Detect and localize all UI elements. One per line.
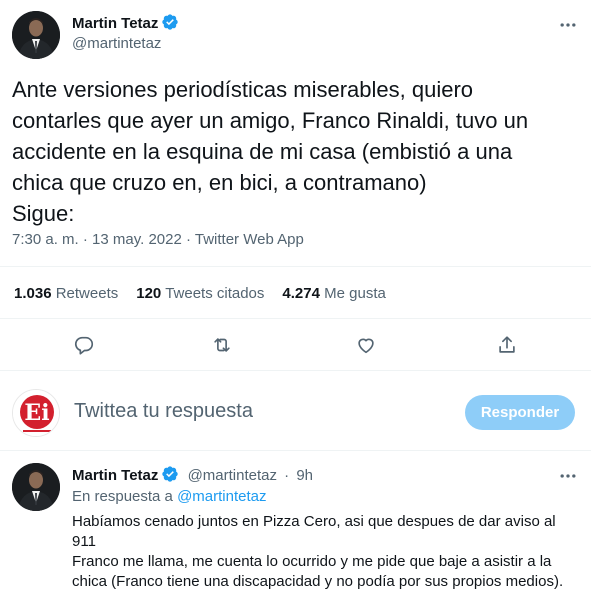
reply-button[interactable]: Responder xyxy=(465,395,575,430)
tweet-actions xyxy=(0,330,591,360)
reply-tweet-text: Habíamos cenado juntos en Pizza Cero, as… xyxy=(72,513,564,589)
tweet-stats: 1.036 Retweets 120 Tweets citados 4.274 … xyxy=(14,285,386,302)
composer-avatar-logo: Ei xyxy=(24,400,49,426)
verified-badge-icon xyxy=(161,13,179,31)
likes-count: 4.274 xyxy=(282,285,320,302)
tweet-text: Ante versiones periodísticas miserables,… xyxy=(12,77,529,226)
quotes-stat[interactable]: 120 Tweets citados xyxy=(136,285,264,302)
in-reply-to: En respuesta a @martintetaz xyxy=(72,488,267,505)
more-options-icon[interactable] xyxy=(556,13,580,37)
retweets-label: Retweets xyxy=(55,285,119,302)
divider xyxy=(0,318,591,319)
quotes-count: 120 xyxy=(136,285,162,302)
quotes-label: Tweets citados xyxy=(165,285,265,302)
reply-author-name[interactable]: Martin Tetaz xyxy=(72,467,158,484)
verified-badge-icon xyxy=(161,465,179,483)
divider xyxy=(0,266,591,267)
reply-more-options-icon[interactable] xyxy=(556,464,580,488)
reply-icon[interactable] xyxy=(69,330,99,360)
reply-input[interactable]: Twittea tu respuesta xyxy=(74,400,253,423)
author-handle[interactable]: @martintetaz xyxy=(72,35,161,52)
author-name[interactable]: Martin Tetaz xyxy=(72,15,158,32)
tweet-meta[interactable]: 7:30 a. m. · 13 may. 2022 · Twitter Web … xyxy=(12,231,304,248)
reply-author-handle[interactable]: @martintetaz xyxy=(188,467,277,484)
retweets-stat[interactable]: 1.036 Retweets xyxy=(14,285,118,302)
author-avatar[interactable] xyxy=(12,11,60,59)
in-reply-prefix: En respuesta a xyxy=(72,488,173,505)
reply-author-avatar[interactable] xyxy=(12,463,60,511)
likes-label: Me gusta xyxy=(324,285,386,302)
likes-stat[interactable]: 4.274 Me gusta xyxy=(282,285,385,302)
share-icon[interactable] xyxy=(492,330,522,360)
divider xyxy=(0,370,591,371)
retweets-count: 1.036 xyxy=(14,285,52,302)
composer-avatar[interactable]: Ei xyxy=(12,389,60,437)
reply-separator: · xyxy=(284,467,290,484)
reply-time[interactable]: 9h xyxy=(296,467,313,484)
retweet-icon[interactable] xyxy=(207,330,237,360)
like-icon[interactable] xyxy=(351,330,381,360)
divider xyxy=(0,450,591,451)
in-reply-handle-link[interactable]: @martintetaz xyxy=(177,488,266,505)
